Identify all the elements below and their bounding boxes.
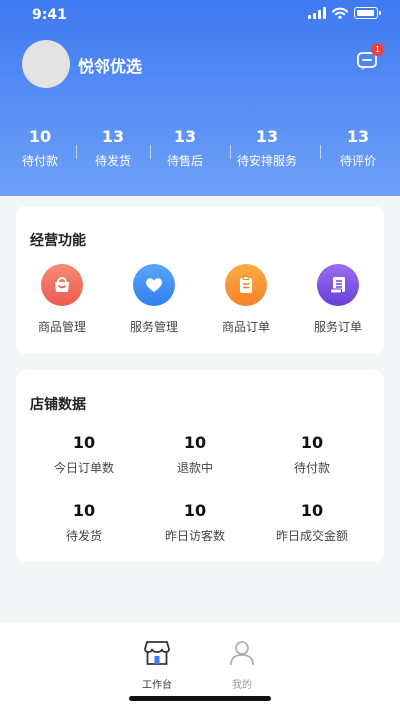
stat-label: 待安排服务 (236, 154, 297, 168)
metric-pending-payment[interactable]: 10 待付款 (252, 433, 372, 476)
battery-icon (354, 7, 381, 19)
metric-value: 10 (72, 433, 96, 452)
metric-pending-shipment[interactable]: 10 待发货 (24, 501, 144, 544)
avatar[interactable] (22, 40, 70, 88)
heart-icon (133, 264, 175, 306)
func-label: 商品管理 (37, 320, 86, 334)
stat-value: 13 (255, 127, 279, 146)
metric-today-orders[interactable]: 10 今日订单数 (24, 433, 144, 476)
metric-value: 10 (183, 501, 207, 520)
status-time: 9:41 (32, 7, 67, 23)
business-card: 经营功能 商品管理 服务管理 商品订单 服务订单 (16, 206, 384, 354)
metric-label: 待发货 (65, 529, 102, 543)
stat-label: 待评价 (339, 154, 376, 168)
metric-label: 今日订单数 (53, 461, 114, 475)
stat-after-sales[interactable]: 13 待售后 (140, 127, 230, 169)
func-label: 商品订单 (221, 320, 270, 334)
func-service-orders[interactable]: 服务订单 (298, 264, 378, 335)
status-bar: 9:41 (0, 0, 400, 30)
stat-pending-review[interactable]: 13 待评价 (313, 127, 400, 169)
tab-label: 工作台 (142, 680, 172, 691)
status-icons (308, 7, 381, 19)
metric-label: 退款中 (176, 461, 213, 475)
home-indicator (129, 696, 271, 701)
tab-workbench[interactable]: 工作台 (127, 640, 187, 691)
metric-value: 10 (72, 501, 96, 520)
wifi-icon (332, 7, 348, 19)
stat-label: 待售后 (166, 154, 203, 168)
signal-icon (308, 7, 326, 19)
clipboard-icon (225, 264, 267, 306)
business-title: 经营功能 (30, 233, 86, 249)
func-label: 服务管理 (129, 320, 178, 334)
metric-refunding[interactable]: 10 退款中 (135, 433, 255, 476)
metric-yesterday-sales[interactable]: 10 昨日成交金额 (252, 501, 372, 544)
shop-bag-icon (41, 264, 83, 306)
tab-label: 我的 (232, 680, 252, 691)
order-stats: 10 待付款 13 待发货 13 待售后 13 待安排服务 13 待评价 (0, 127, 400, 171)
store-icon (144, 641, 170, 665)
func-label: 服务订单 (313, 320, 362, 334)
stat-pending-service[interactable]: 13 待安排服务 (222, 127, 312, 169)
metric-label: 待付款 (293, 461, 330, 475)
func-service-management[interactable]: 服务管理 (114, 264, 194, 335)
func-product-management[interactable]: 商品管理 (22, 264, 102, 335)
store-data-card: 店铺数据 10 今日订单数 10 退款中 10 待付款 10 待发货 10 昨日… (16, 370, 384, 562)
stat-value: 13 (173, 127, 197, 146)
receipt-icon (317, 264, 359, 306)
metric-value: 10 (300, 433, 324, 452)
message-badge: 1 (371, 43, 384, 56)
stat-value: 13 (346, 127, 370, 146)
metric-label: 昨日成交金额 (275, 529, 348, 543)
metric-yesterday-visitors[interactable]: 10 昨日访客数 (135, 501, 255, 544)
store-data-title: 店铺数据 (30, 397, 86, 413)
metric-value: 10 (300, 501, 324, 520)
metric-label: 昨日访客数 (164, 529, 225, 543)
func-product-orders[interactable]: 商品订单 (206, 264, 286, 335)
metric-value: 10 (183, 433, 207, 452)
shop-name: 悦邻优选 (78, 57, 143, 76)
tab-mine[interactable]: 我的 (212, 640, 272, 691)
user-icon (230, 641, 254, 666)
